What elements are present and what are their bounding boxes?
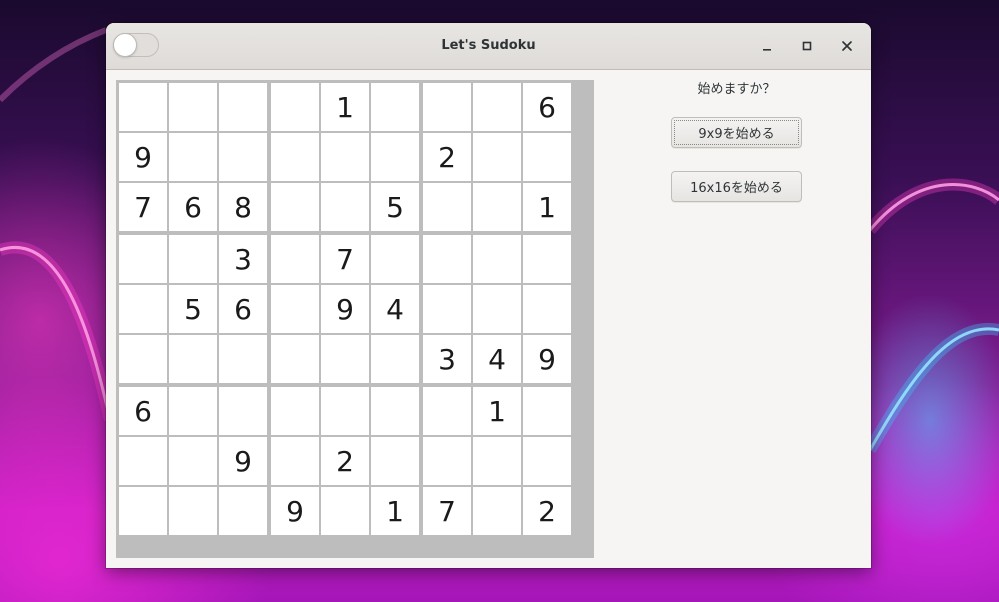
sudoku-cell[interactable] (471, 131, 521, 181)
sudoku-cell[interactable] (319, 383, 369, 435)
sudoku-cell[interactable] (267, 283, 319, 333)
close-icon (842, 41, 852, 51)
sudoku-cell[interactable]: 3 (217, 231, 267, 283)
sudoku-cell[interactable]: 7 (116, 181, 167, 231)
sudoku-cell[interactable]: 6 (116, 383, 167, 435)
sudoku-cell[interactable]: 9 (116, 131, 167, 181)
sudoku-cell[interactable] (521, 383, 574, 435)
minimize-button[interactable] (755, 34, 779, 58)
sudoku-cell[interactable] (521, 131, 574, 181)
start-16x16-button[interactable]: 16x16を始める (671, 171, 802, 202)
maximize-button[interactable] (795, 34, 819, 58)
sudoku-cell[interactable] (267, 435, 319, 485)
sudoku-cell[interactable] (267, 131, 319, 181)
sudoku-cell[interactable] (319, 131, 369, 181)
sudoku-cell[interactable] (267, 231, 319, 283)
sudoku-cell[interactable] (167, 80, 217, 131)
sudoku-cell[interactable]: 1 (319, 80, 369, 131)
sudoku-cell[interactable] (167, 485, 217, 538)
header-bar: Let's Sudoku (106, 23, 871, 70)
sudoku-cell[interactable] (217, 333, 267, 383)
sudoku-cell[interactable] (471, 485, 521, 538)
sudoku-cell[interactable] (116, 80, 167, 131)
sudoku-cell[interactable] (369, 131, 419, 181)
sudoku-cell[interactable] (267, 181, 319, 231)
sudoku-cell[interactable] (267, 333, 319, 383)
sudoku-cell[interactable] (319, 333, 369, 383)
sudoku-cell[interactable]: 6 (521, 80, 574, 131)
sudoku-cell[interactable]: 4 (369, 283, 419, 333)
sudoku-cell[interactable]: 1 (471, 383, 521, 435)
sudoku-cell[interactable]: 5 (369, 181, 419, 231)
sudoku-cell[interactable]: 2 (521, 485, 574, 538)
sudoku-cell[interactable]: 9 (217, 435, 267, 485)
sudoku-cell[interactable] (471, 435, 521, 485)
sudoku-cell[interactable] (116, 333, 167, 383)
sudoku-cell[interactable]: 2 (319, 435, 369, 485)
sudoku-cell[interactable] (116, 485, 167, 538)
sudoku-cell[interactable] (167, 383, 217, 435)
sudoku-cell[interactable] (369, 333, 419, 383)
sudoku-cell[interactable] (369, 435, 419, 485)
sudoku-cell[interactable] (471, 181, 521, 231)
sudoku-cell[interactable] (167, 333, 217, 383)
maximize-icon (802, 41, 812, 51)
sudoku-cell[interactable] (167, 435, 217, 485)
sudoku-cell[interactable]: 3 (419, 333, 471, 383)
sudoku-cell[interactable] (369, 231, 419, 283)
sudoku-cell[interactable]: 8 (217, 181, 267, 231)
sudoku-grid: 16927685137569434961929172 (116, 80, 594, 558)
sudoku-cell[interactable] (319, 181, 369, 231)
sudoku-cell[interactable] (419, 435, 471, 485)
sudoku-cell[interactable] (267, 80, 319, 131)
sudoku-cell[interactable]: 9 (319, 283, 369, 333)
close-button[interactable] (835, 34, 859, 58)
sudoku-cell[interactable]: 5 (167, 283, 217, 333)
sudoku-cell[interactable] (167, 231, 217, 283)
sudoku-cell[interactable]: 1 (521, 181, 574, 231)
sudoku-cell[interactable] (419, 80, 471, 131)
sudoku-cell[interactable] (419, 383, 471, 435)
sudoku-cell[interactable]: 2 (419, 131, 471, 181)
sudoku-cell[interactable] (521, 283, 574, 333)
sudoku-cell[interactable]: 9 (521, 333, 574, 383)
minimize-icon (763, 49, 771, 51)
sudoku-cell[interactable]: 4 (471, 333, 521, 383)
sudoku-cell[interactable] (419, 283, 471, 333)
sudoku-cell[interactable]: 1 (369, 485, 419, 538)
sudoku-cell[interactable] (116, 283, 167, 333)
start-9x9-button[interactable]: 9x9を始める (671, 117, 802, 148)
sudoku-cell[interactable]: 7 (419, 485, 471, 538)
app-window: Let's Sudoku 16927685137569434961929172 … (106, 23, 871, 568)
sudoku-cell[interactable] (521, 231, 574, 283)
sudoku-cell[interactable] (471, 283, 521, 333)
sudoku-cell[interactable] (116, 435, 167, 485)
sudoku-cell[interactable] (167, 131, 217, 181)
sudoku-cell[interactable] (471, 231, 521, 283)
sudoku-cell[interactable] (217, 383, 267, 435)
sudoku-cell[interactable] (217, 485, 267, 538)
mode-toggle-switch[interactable] (113, 33, 159, 57)
sudoku-cell[interactable] (217, 131, 267, 181)
sudoku-cell[interactable]: 6 (217, 283, 267, 333)
sudoku-cell[interactable]: 9 (267, 485, 319, 538)
toggle-knob (113, 33, 137, 57)
sudoku-cell[interactable] (116, 231, 167, 283)
sudoku-cell[interactable]: 7 (319, 231, 369, 283)
sudoku-cell[interactable] (369, 80, 419, 131)
sudoku-cell[interactable] (369, 383, 419, 435)
sudoku-cell[interactable] (267, 383, 319, 435)
sudoku-cell[interactable] (419, 231, 471, 283)
start-prompt: 始めますか？ (697, 82, 776, 97)
sudoku-cell[interactable] (521, 435, 574, 485)
sudoku-cell[interactable] (217, 80, 267, 131)
sudoku-cell[interactable] (471, 80, 521, 131)
sudoku-cell[interactable]: 6 (167, 181, 217, 231)
sudoku-cell[interactable] (419, 181, 471, 231)
sudoku-board: 16927685137569434961929172 (116, 80, 594, 558)
sudoku-cell[interactable] (319, 485, 369, 538)
